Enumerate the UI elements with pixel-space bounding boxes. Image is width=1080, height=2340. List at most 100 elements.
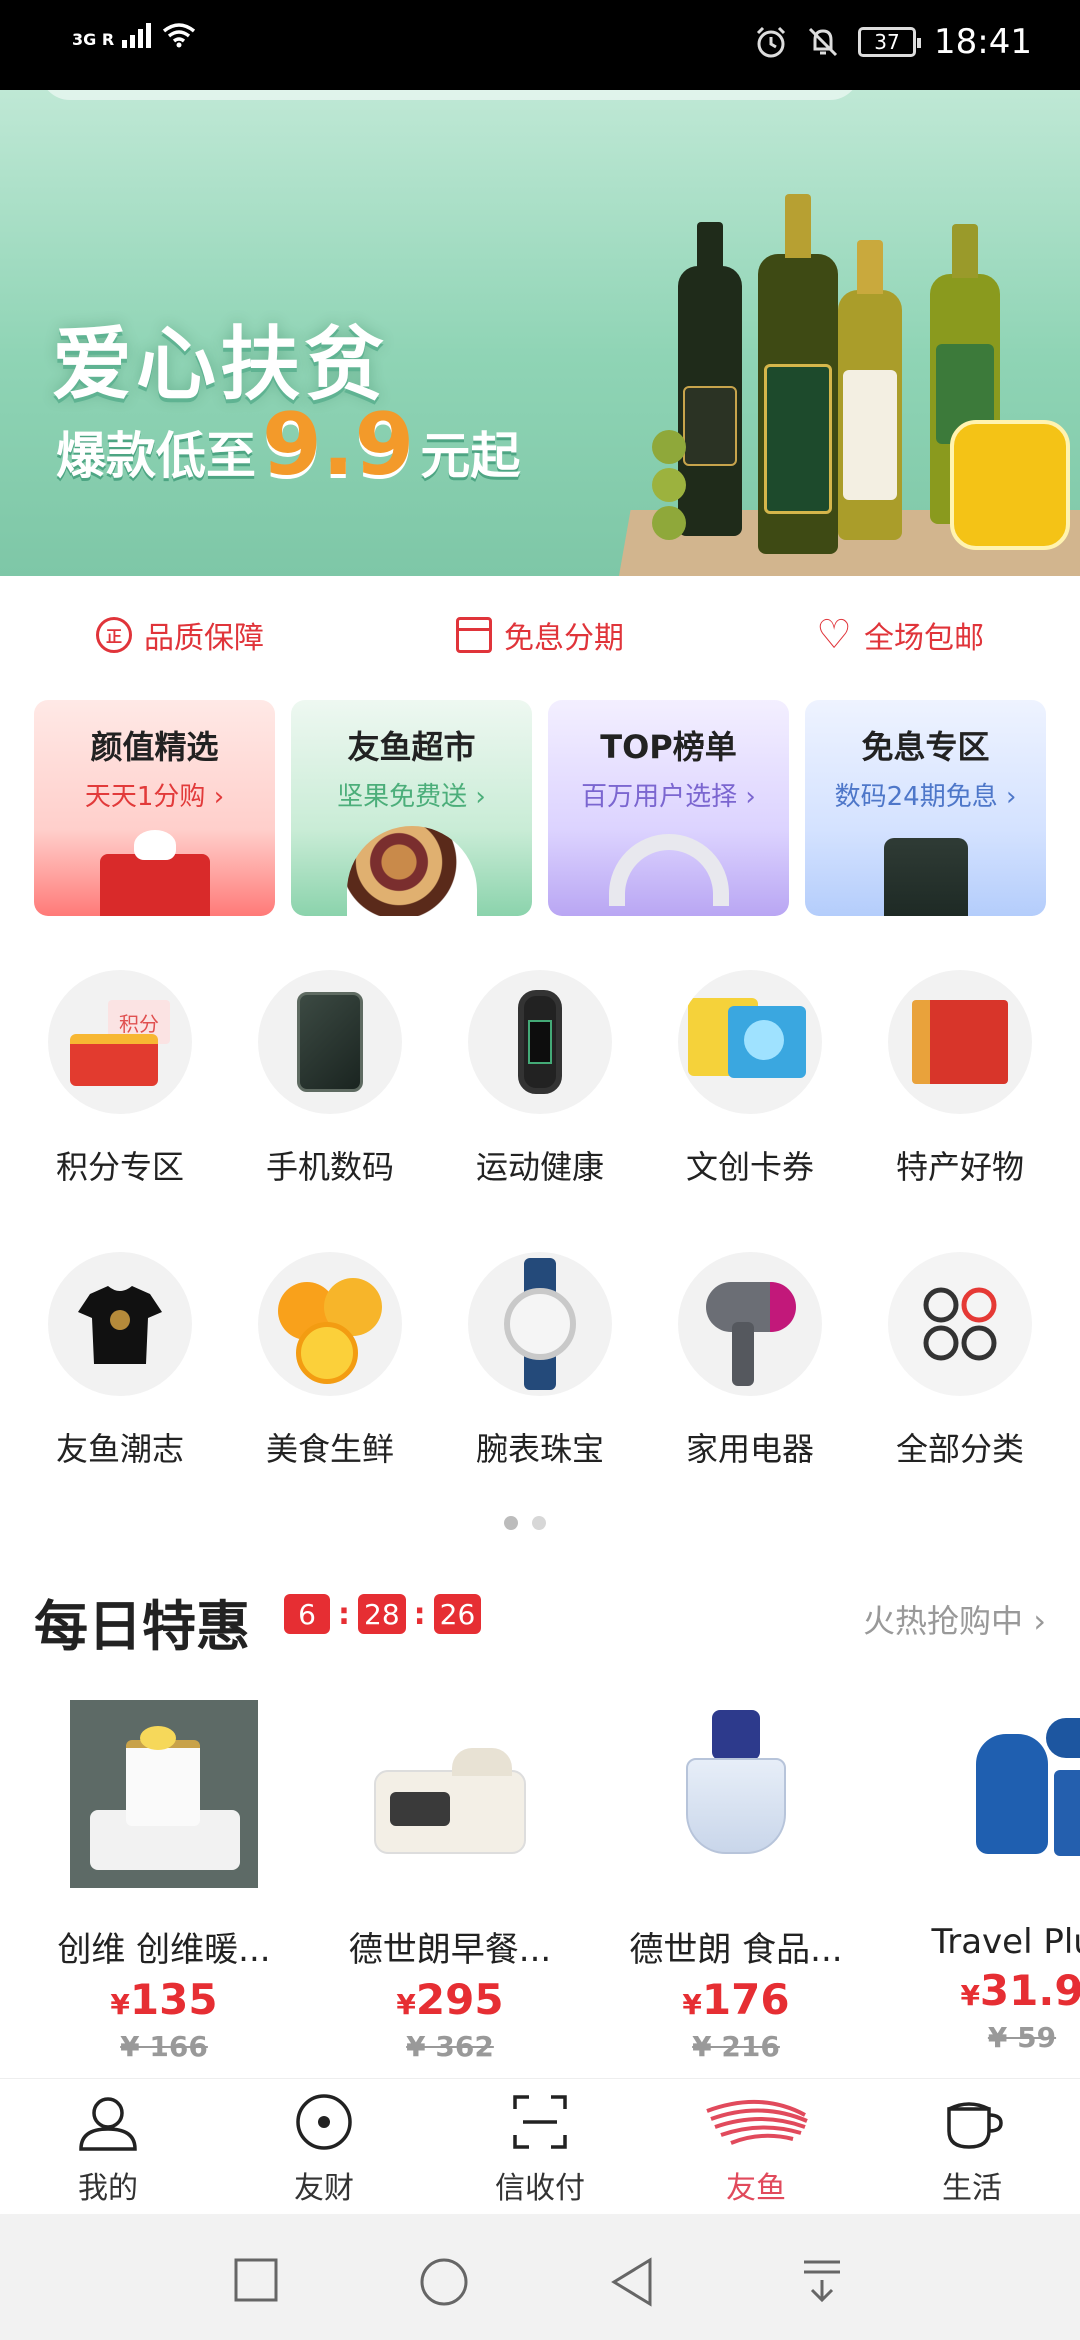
all-categories-icon	[888, 1252, 1032, 1396]
tab-mine[interactable]: 我的	[0, 2079, 216, 2214]
product-original-price: ¥ 59	[987, 2021, 1057, 2054]
finance-icon	[296, 2094, 352, 2150]
category-label: 积分专区	[55, 1148, 184, 1186]
timer-minutes: 28	[358, 1594, 406, 1634]
price-currency: ¥	[110, 1988, 130, 2021]
product-name: Travel Plus	[931, 1922, 1080, 1962]
product-original-price: ¥ 216	[692, 2030, 780, 2063]
category-fitness[interactable]: 运动健康	[440, 970, 640, 1252]
tab-finance[interactable]: 友财	[216, 2079, 432, 2214]
oil-bottle-2	[758, 194, 838, 554]
promo-card-subtitle: 坚果免费送 ›	[337, 782, 486, 812]
promo-card-title: 免息专区	[861, 728, 990, 766]
promo-card-subtitle: 数码24期免息 ›	[834, 782, 1017, 812]
category-label: 友鱼潮志	[55, 1430, 184, 1468]
category-label: 运动健康	[475, 1148, 604, 1186]
card-icon	[456, 617, 492, 653]
product-price: ¥135	[34, 1975, 294, 2024]
daily-deal-header: 每日特惠 6 : 28 : 26 火热抢购中 ›	[34, 1578, 1046, 1658]
timer-hours: 6	[284, 1594, 330, 1634]
service-free-shipping-label: 全场包邮	[864, 621, 984, 656]
watch-icon	[468, 1252, 612, 1396]
product-name: 创维 创维暖...	[57, 1930, 271, 1970]
product-card[interactable]: 德世朗 食品... ¥176 ¥ 216	[606, 1700, 866, 2063]
back-icon[interactable]	[608, 2256, 656, 2308]
notification-pull-icon[interactable]	[800, 2256, 844, 2304]
product-original-price: ¥ 362	[406, 2030, 494, 2063]
tab-label: 信收付	[495, 2171, 585, 2206]
backpack-image	[928, 1700, 1080, 1888]
timer-seconds: 26	[433, 1594, 482, 1634]
product-card[interactable]: 创维 创维暖... ¥135 ¥ 166	[34, 1700, 294, 2063]
tab-youyu[interactable]: 友鱼	[648, 2079, 864, 2214]
promo-banner[interactable]: 爱心扶贫 爆款低至 9.9 元起	[0, 90, 1080, 576]
service-installment[interactable]: 免息分期	[456, 613, 624, 657]
category-label: 文创卡券	[685, 1148, 814, 1186]
service-installment-label: 免息分期	[504, 621, 624, 656]
product-price: ¥176	[606, 1975, 866, 2024]
category-phones[interactable]: 手机数码	[230, 970, 430, 1252]
oil-bottle-3	[838, 240, 902, 540]
tab-scan-pay[interactable]: 信收付	[432, 2079, 648, 2214]
system-navigation-bar	[0, 2214, 1080, 2340]
profile-icon	[79, 2097, 137, 2151]
status-bar: 3G R 37 18:41	[0, 0, 1080, 90]
category-label: 特产好物	[895, 1148, 1024, 1186]
category-appliances[interactable]: 家用电器	[650, 1252, 850, 1534]
banner-subtitle-suffix: 元起	[420, 427, 521, 485]
product-price: ¥295	[320, 1975, 580, 2024]
tab-label: 我的	[78, 2171, 138, 2206]
category-label: 腕表珠宝	[475, 1430, 604, 1468]
category-trend[interactable]: 友鱼潮志	[20, 1252, 220, 1534]
banner-subtitle-prefix: 爆款低至	[56, 427, 256, 485]
bottom-tab-bar: 我的 友财 信收付 友鱼 生活	[0, 2078, 1080, 2214]
cup-icon	[947, 2102, 1003, 2149]
coupon-card-icon	[678, 970, 822, 1114]
price-currency: ¥	[960, 1979, 980, 2012]
tab-label: 友财	[294, 2171, 354, 2206]
recent-apps-icon[interactable]	[232, 2256, 280, 2304]
alarm-icon	[756, 26, 786, 58]
product-name: 德世朗早餐...	[348, 1930, 552, 1970]
category-all[interactable]: 全部分类	[860, 1252, 1060, 1534]
service-quality[interactable]: 正 品质保障	[96, 613, 264, 657]
food-processor-image	[642, 1700, 830, 1888]
page-indicator	[504, 1516, 546, 1530]
promo-card-subtitle: 天天1分购 ›	[84, 782, 225, 812]
tab-life[interactable]: 生活	[864, 2079, 1080, 2214]
wifi-icon	[163, 23, 196, 48]
service-quality-label: 品质保障	[144, 621, 264, 656]
product-name: 德世朗 食品...	[629, 1930, 843, 1970]
tab-label: 生活	[942, 2171, 1002, 2206]
category-fresh-food[interactable]: 美食生鲜	[230, 1252, 430, 1534]
quality-icon: 正	[96, 617, 132, 653]
category-grid: 积分 积分专区 手机数码 运动健康 文创卡券 特产好物 友鱼潮志 美食生鲜 腕表…	[20, 970, 1060, 1534]
product-price: ¥31.9	[892, 1966, 1080, 2015]
promo-card-supermarket[interactable]: 友鱼超市 坚果免费送 ›	[291, 700, 532, 916]
promo-card-interest-free[interactable]: 免息专区 数码24期免息 ›	[805, 700, 1046, 916]
price-value: 31.9	[979, 1966, 1080, 2015]
youyu-logo-icon	[706, 2099, 808, 2145]
promo-card-top-list[interactable]: TOP榜单 百万用户选择 ›	[548, 700, 789, 916]
promo-card-beauty[interactable]: 颜值精选 天天1分购 ›	[34, 700, 275, 916]
category-specialty[interactable]: 特产好物	[860, 970, 1060, 1252]
clock: 18:41	[934, 22, 1032, 62]
points-gift-icon: 积分	[48, 970, 192, 1114]
daily-deal-title: 每日特惠	[34, 1595, 250, 1658]
category-points[interactable]: 积分 积分专区	[20, 970, 220, 1252]
timer-separator: :	[338, 1596, 350, 1632]
product-card[interactable]: 德世朗早餐... ¥295 ¥ 362	[320, 1700, 580, 2063]
price-currency: ¥	[396, 1988, 416, 2021]
fitness-band-icon	[468, 970, 612, 1114]
product-card[interactable]: Travel Plus ¥31.9 ¥ 59	[892, 1700, 1080, 2054]
deal-products: 创维 创维暖... ¥135 ¥ 166 德世朗早餐... ¥295 ¥ 362…	[0, 1700, 1080, 2080]
daily-deal-more-link[interactable]: 火热抢购中 ›	[863, 1596, 1046, 1642]
tissue-box-image	[99, 830, 210, 916]
category-watches[interactable]: 腕表珠宝	[440, 1252, 640, 1534]
oil-jug	[950, 420, 1070, 550]
service-free-shipping[interactable]: ♡ 全场包邮	[816, 612, 984, 658]
category-label: 手机数码	[265, 1148, 394, 1186]
category-cultural[interactable]: 文创卡券	[650, 970, 850, 1252]
home-icon[interactable]	[418, 2256, 470, 2308]
category-label: 家用电器	[685, 1430, 814, 1468]
